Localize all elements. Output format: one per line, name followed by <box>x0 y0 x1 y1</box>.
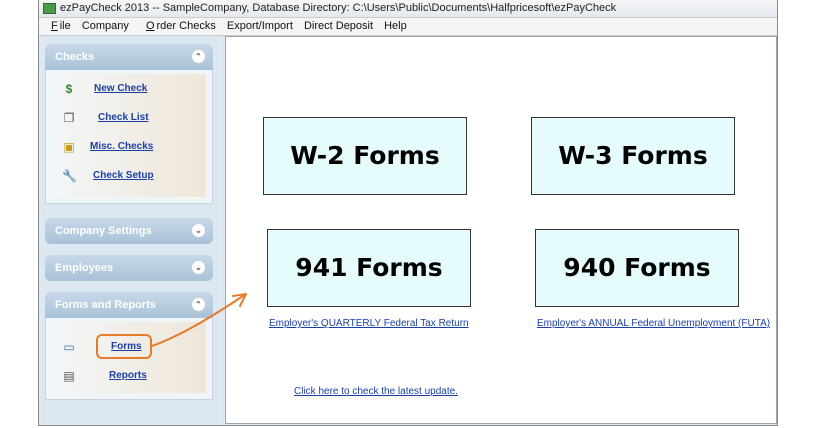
annotation-arrow <box>151 293 247 347</box>
